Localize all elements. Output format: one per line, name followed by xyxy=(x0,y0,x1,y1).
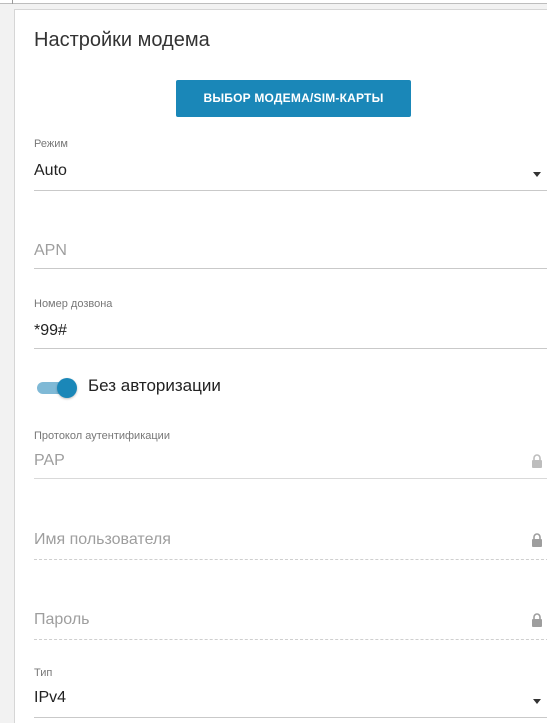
toggle-thumb[interactable] xyxy=(57,378,77,398)
auth-protocol-label: Протокол аутентификации xyxy=(34,430,170,442)
password-placeholder: Пароль xyxy=(34,611,90,628)
select-modem-sim-button[interactable]: ВЫБОР МОДЕМА/SIM-КАРТЫ xyxy=(176,80,411,117)
apn-underline xyxy=(34,268,547,269)
apn-placeholder[interactable]: APN xyxy=(34,242,67,260)
window-top-border xyxy=(0,0,547,4)
chevron-down-icon[interactable] xyxy=(533,172,541,177)
auth-protocol-underline xyxy=(34,478,547,479)
top-border-tick xyxy=(12,0,13,4)
mode-value[interactable]: Auto xyxy=(34,162,67,180)
dial-number-underline xyxy=(34,348,547,349)
type-label: Тип xyxy=(34,667,53,679)
type-value[interactable]: IPv4 xyxy=(34,689,66,707)
panel-title: Настройки модема xyxy=(34,29,210,51)
mode-label: Режим xyxy=(34,138,68,150)
modem-settings-panel: Настройки модема ВЫБОР МОДЕМА/SIM-КАРТЫ … xyxy=(14,9,547,723)
type-underline xyxy=(34,717,547,718)
username-underline xyxy=(34,559,547,560)
username-placeholder: Имя пользователя xyxy=(34,531,171,548)
lock-icon xyxy=(532,454,542,468)
no-auth-label: Без авторизации xyxy=(88,376,221,395)
dial-number-value[interactable]: *99# xyxy=(34,322,67,340)
lock-icon xyxy=(532,613,542,627)
lock-icon xyxy=(532,533,542,547)
password-underline xyxy=(34,639,547,640)
dial-number-label: Номер дозвона xyxy=(34,298,113,310)
mode-underline xyxy=(34,190,547,191)
no-auth-toggle[interactable] xyxy=(37,377,77,399)
chevron-down-icon[interactable] xyxy=(533,699,541,704)
auth-protocol-value: PAP xyxy=(34,452,65,469)
